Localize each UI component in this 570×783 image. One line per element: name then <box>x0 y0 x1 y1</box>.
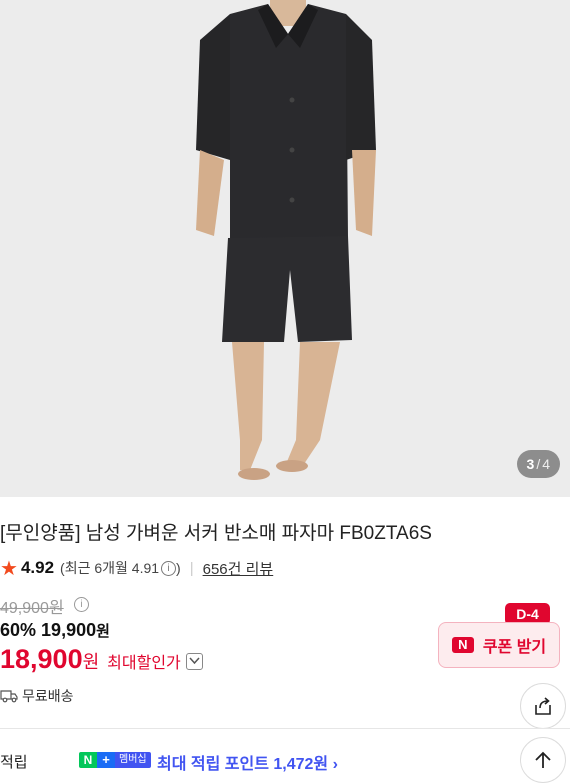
review-link[interactable]: 656건 리뷰 <box>203 558 274 579</box>
shipping-label: 무료배송 <box>22 688 74 704</box>
chevron-down-icon[interactable] <box>185 653 203 670</box>
coupon-button-label: 쿠폰 받기 <box>482 639 547 656</box>
recent-rating-close: ) <box>176 560 181 576</box>
coupon-button[interactable]: N 쿠폰 받기 <box>438 622 560 668</box>
max-points-link[interactable]: 최대 적립 포인트 1,472원 › <box>157 750 338 774</box>
recent-rating: (최근 6개월 4.91 <box>60 560 160 576</box>
discount-rate: 60% <box>0 620 37 640</box>
product-image[interactable]: 3/4 <box>0 0 570 497</box>
naver-plus-membership-badge: N + 멤버십 <box>79 752 151 768</box>
points-row: 적립 N + 멤버십 최대 적립 포인트 1,472원 › <box>0 750 570 774</box>
truck-icon <box>0 690 18 703</box>
final-price-row: 18,900 원 최대할인가 <box>0 644 203 675</box>
naver-logo-icon: N <box>451 637 474 653</box>
image-counter: 3/4 <box>516 450 560 478</box>
product-title: [무인양품] 남성 가벼운 서커 반소매 파자마 FB0ZTA6S <box>0 523 432 544</box>
sale-price-unit: 원 <box>96 623 110 640</box>
arrow-up-icon <box>535 751 551 768</box>
sale-price-row: 60% 19,900원 <box>0 620 110 641</box>
points-label: 적립 <box>0 754 28 771</box>
original-price: 49,900원 <box>0 600 64 617</box>
share-button[interactable] <box>520 683 566 729</box>
rating-score: 4.92 <box>20 558 55 577</box>
sale-price: 19,900 <box>41 620 97 640</box>
divider: | <box>189 559 194 577</box>
image-counter-total: 4 <box>542 456 550 472</box>
price-info-icon[interactable]: i <box>74 597 89 612</box>
badge-member: 멤버십 <box>115 752 151 768</box>
info-icon[interactable]: i <box>161 560 177 576</box>
shipping-info: 무료배송 <box>0 686 74 706</box>
final-price: 18,900 <box>0 644 83 674</box>
final-price-unit: 원 <box>82 652 100 672</box>
star-icon: ★ <box>0 557 18 580</box>
image-counter-current: 3 <box>526 456 535 472</box>
max-discount-label[interactable]: 최대할인가 <box>107 649 181 673</box>
image-counter-separator: / <box>536 456 541 472</box>
share-icon <box>535 697 551 715</box>
rating-row: ★ 4.92 (최근 6개월 4.91 i ) | 656건 리뷰 <box>0 556 273 580</box>
badge-plus: + <box>97 752 115 768</box>
product-photo-pajama-model <box>0 0 570 497</box>
scroll-top-button[interactable] <box>520 737 566 783</box>
badge-n: N <box>79 752 97 768</box>
divider-horizontal <box>0 728 570 729</box>
